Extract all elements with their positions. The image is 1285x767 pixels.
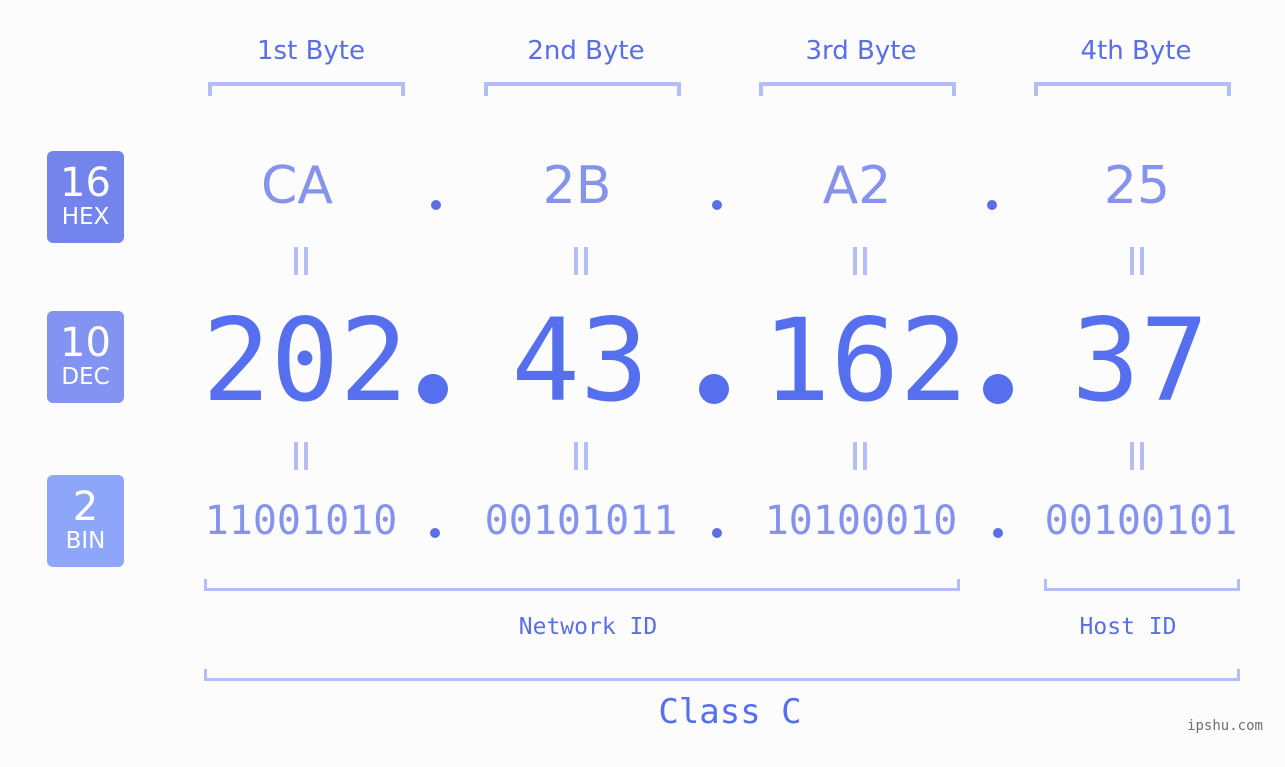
byte-bracket-2 xyxy=(484,82,681,96)
hex-separator-dot xyxy=(712,200,722,210)
equals-icon xyxy=(572,442,588,470)
network-id-label: Network ID xyxy=(518,614,658,640)
dec-separator-dot xyxy=(418,374,448,404)
byte-bracket-4 xyxy=(1034,82,1231,96)
bin-octet-2: 00101011 xyxy=(484,498,678,544)
hex-separator-dot xyxy=(987,200,997,210)
byte-header-4: 4th Byte xyxy=(1080,36,1192,66)
bin-octet-3: 10100010 xyxy=(764,498,958,544)
equals-icon xyxy=(1128,247,1144,275)
equals-icon xyxy=(292,442,308,470)
equals-icon xyxy=(292,247,308,275)
bin-octet-4: 00100101 xyxy=(1044,498,1238,544)
hex-badge-number: 16 xyxy=(60,160,111,206)
bin-badge: 2 BIN xyxy=(47,475,124,567)
hex-octet-2: 2B xyxy=(542,156,612,216)
dec-separator-dot xyxy=(983,374,1013,404)
dec-separator-dot xyxy=(699,374,729,404)
network-id-bracket xyxy=(204,579,960,591)
bin-separator-dot xyxy=(712,528,722,538)
hex-octet-3: A2 xyxy=(822,156,892,216)
equals-icon xyxy=(851,442,867,470)
dec-octet-1: 202 xyxy=(202,294,408,427)
class-label: Class C xyxy=(658,692,802,732)
byte-bracket-1 xyxy=(208,82,405,96)
dec-octet-4: 37 xyxy=(1071,294,1209,427)
bin-badge-number: 2 xyxy=(72,484,99,530)
dec-octet-3: 162 xyxy=(762,294,968,427)
watermark: ipshu.com xyxy=(1187,718,1263,734)
equals-icon xyxy=(572,247,588,275)
dec-octet-2: 43 xyxy=(511,294,649,427)
bin-separator-dot xyxy=(993,528,1003,538)
hex-octet-1: CA xyxy=(261,156,333,216)
equals-icon xyxy=(851,247,867,275)
host-id-label: Host ID xyxy=(1079,614,1177,640)
dec-badge-number: 10 xyxy=(60,320,111,366)
bin-badge-label: BIN xyxy=(65,528,106,554)
class-bracket xyxy=(204,669,1240,681)
hex-badge: 16 HEX xyxy=(47,151,124,243)
equals-icon xyxy=(1128,442,1144,470)
dec-badge: 10 DEC xyxy=(47,311,124,403)
byte-header-3: 3rd Byte xyxy=(805,36,917,66)
bin-octet-1: 11001010 xyxy=(204,498,398,544)
dec-badge-label: DEC xyxy=(61,364,110,390)
hex-separator-dot xyxy=(431,200,441,210)
byte-header-2: 2nd Byte xyxy=(527,36,645,66)
hex-badge-label: HEX xyxy=(61,204,110,230)
host-id-bracket xyxy=(1044,579,1240,591)
byte-bracket-3 xyxy=(759,82,956,96)
hex-octet-4: 25 xyxy=(1103,156,1171,216)
bin-separator-dot xyxy=(430,528,440,538)
byte-header-1: 1st Byte xyxy=(257,36,365,66)
